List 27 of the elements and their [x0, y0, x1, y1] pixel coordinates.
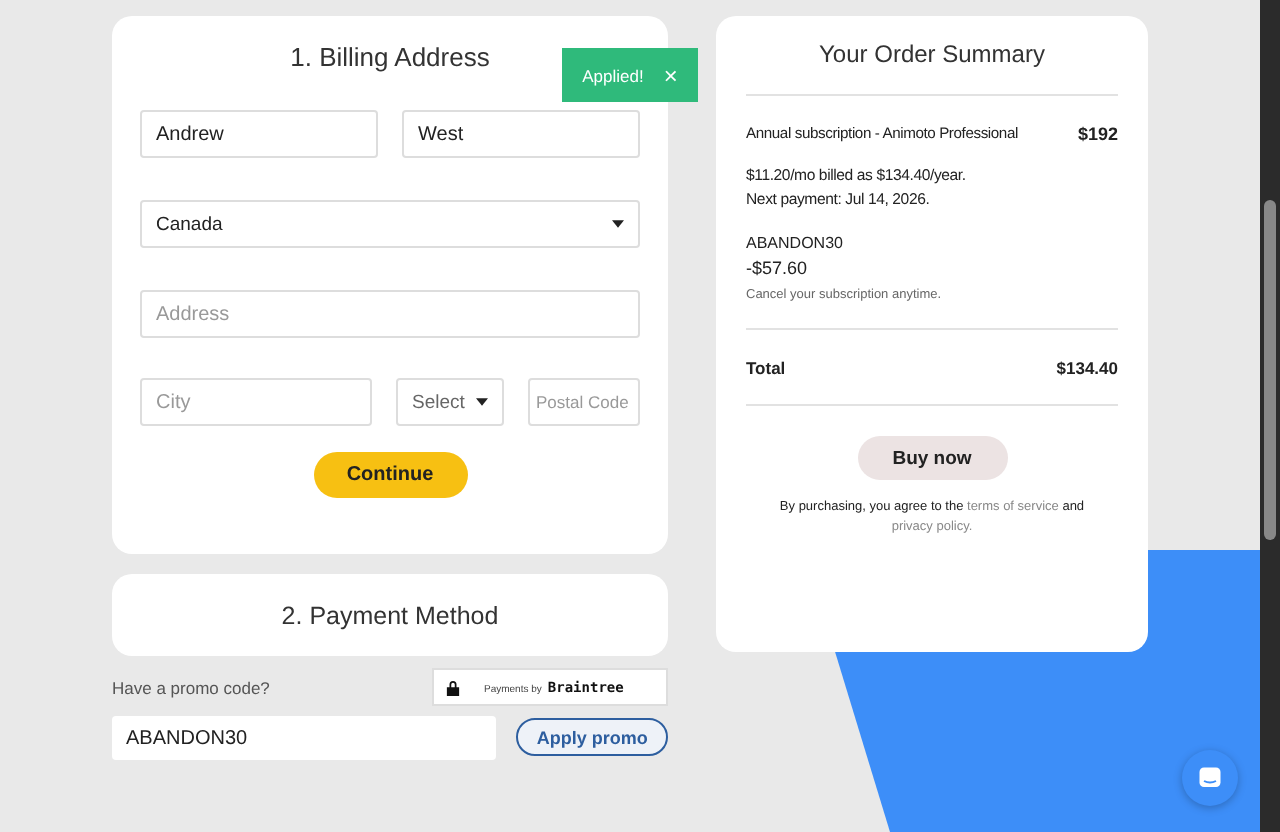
chat-icon	[1198, 766, 1222, 790]
city-field[interactable]: City	[140, 378, 372, 426]
total-label: Total	[746, 358, 786, 378]
section-title: 2. Payment Method	[281, 601, 499, 629]
continue-button[interactable]: Continue	[313, 452, 467, 498]
promo-label: Have a promo code?	[112, 678, 270, 698]
total-amount: $134.40	[1056, 358, 1118, 378]
promo-code-text: ABANDON30	[746, 232, 845, 256]
lock-icon	[446, 679, 460, 695]
promo-code-field[interactable]: ABANDON30	[112, 716, 497, 760]
buy-now-button[interactable]: Buy now	[857, 436, 1007, 480]
section-title: 1. Billing Address	[288, 42, 492, 72]
caret-icon	[612, 220, 624, 228]
last-name-field[interactable]: West	[402, 110, 640, 158]
region-dropdown[interactable]: Select	[396, 378, 504, 426]
scroll-thumb[interactable]	[1264, 200, 1276, 540]
country-dropdown[interactable]: Canada	[140, 200, 640, 248]
scrollbar[interactable]	[1260, 0, 1280, 832]
apply-promo-button[interactable]: Apply promo	[516, 718, 668, 756]
summary-title: Your Order Summary	[817, 40, 1047, 68]
address-field[interactable]: Address	[140, 290, 640, 338]
toast-message: Applied!	[582, 65, 644, 85]
item-price: $192	[1077, 124, 1118, 144]
first-name-field[interactable]: Andrew	[140, 110, 378, 158]
caret-icon	[476, 398, 488, 406]
postal-code-field[interactable]: Postal Code	[528, 378, 640, 426]
discount-amount: -$57.60	[746, 256, 810, 280]
